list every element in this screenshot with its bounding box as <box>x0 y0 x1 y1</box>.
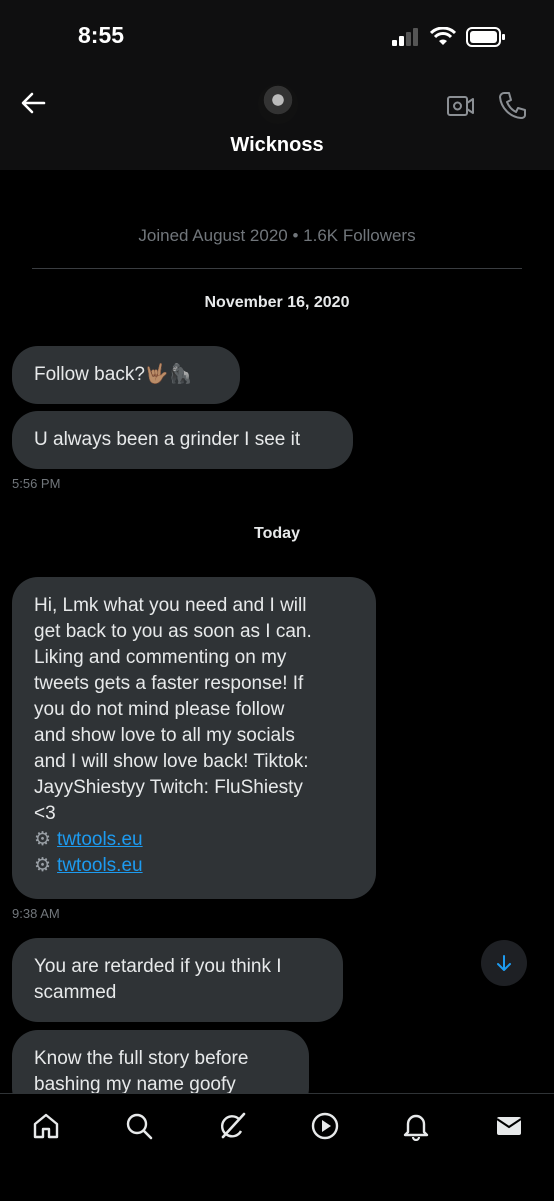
arrow-down-icon <box>497 955 511 971</box>
message-line: You are retarded if you think I <box>34 956 282 977</box>
bottom-tab-bar <box>0 1093 554 1201</box>
scroll-to-bottom-button[interactable] <box>481 940 527 986</box>
wifi-icon <box>430 27 456 45</box>
video-camera-icon[interactable] <box>446 92 476 120</box>
message-bubble[interactable]: You are retarded if you think I scammed <box>12 938 343 1022</box>
battery-icon <box>466 27 505 47</box>
message-line: <3 <box>34 803 56 824</box>
tab-search[interactable] <box>121 1108 157 1144</box>
message-timestamp: 9:38 AM <box>12 906 60 921</box>
contact-name[interactable]: Wicknoss <box>0 134 554 157</box>
message-line: get back to you as soon as I can. <box>34 621 312 642</box>
signal-icon <box>392 28 418 46</box>
message-timestamp: 5:56 PM <box>12 476 61 491</box>
message-line: Liking and commenting on my <box>34 647 287 668</box>
message-link[interactable]: twtools.eu <box>57 855 143 876</box>
message-line: you do not mind please follow <box>34 699 285 720</box>
message-link-row: ⚙ twtools.eu <box>34 853 354 879</box>
date-separator: November 16, 2020 <box>204 294 350 311</box>
tab-home[interactable] <box>28 1108 64 1144</box>
bell-icon <box>403 1114 429 1141</box>
tab-messages[interactable] <box>491 1108 527 1144</box>
message-link-row: ⚙ twtools.eu <box>34 827 354 853</box>
message-line: and show love to all my socials <box>34 725 295 746</box>
grok-icon <box>220 1112 246 1139</box>
message-link[interactable]: twtools.eu <box>57 829 143 850</box>
message-bubble[interactable]: U always been a grinder I see it <box>12 411 353 469</box>
message-line: and I will show love back! Tiktok: <box>34 751 309 772</box>
message-line: scammed <box>34 982 117 1003</box>
gear-icon: ⚙ <box>34 829 52 850</box>
date-separator: Today <box>254 525 300 542</box>
message-text: Follow back?🤟🏽🦍 <box>34 364 193 385</box>
message-bubble[interactable]: Follow back?🤟🏽🦍 <box>12 346 240 404</box>
message-bubble[interactable]: Hi, Lmk what you need and I will get bac… <box>12 577 376 899</box>
tab-notifications[interactable] <box>398 1108 434 1144</box>
message-line: Hi, Lmk what you need and I will <box>34 595 307 616</box>
divider <box>32 268 522 269</box>
mail-icon <box>496 1117 522 1135</box>
status-icons <box>392 27 506 47</box>
gear-icon: ⚙ <box>34 855 52 876</box>
status-time: 8:55 <box>78 22 125 48</box>
message-text: U always been a grinder I see it <box>34 429 301 450</box>
conversation-header: Wicknoss <box>0 72 554 170</box>
tab-video[interactable] <box>307 1108 343 1144</box>
search-icon <box>126 1113 153 1140</box>
profile-joined-info: Joined August 2020 • 1.6K Followers <box>138 226 416 245</box>
arrow-left-icon[interactable] <box>18 88 48 118</box>
message-line: JayyShiestyy Twitch: FluShiesty <box>34 777 303 798</box>
message-line: Know the full story before <box>34 1048 249 1069</box>
status-bar: 8:55 <box>0 0 554 72</box>
tab-grok[interactable] <box>214 1108 250 1144</box>
message-line: tweets gets a faster response! If <box>34 673 304 694</box>
phone-icon[interactable] <box>498 90 526 120</box>
avatar[interactable] <box>258 84 298 124</box>
home-icon <box>33 1113 59 1139</box>
play-icon <box>311 1112 339 1140</box>
